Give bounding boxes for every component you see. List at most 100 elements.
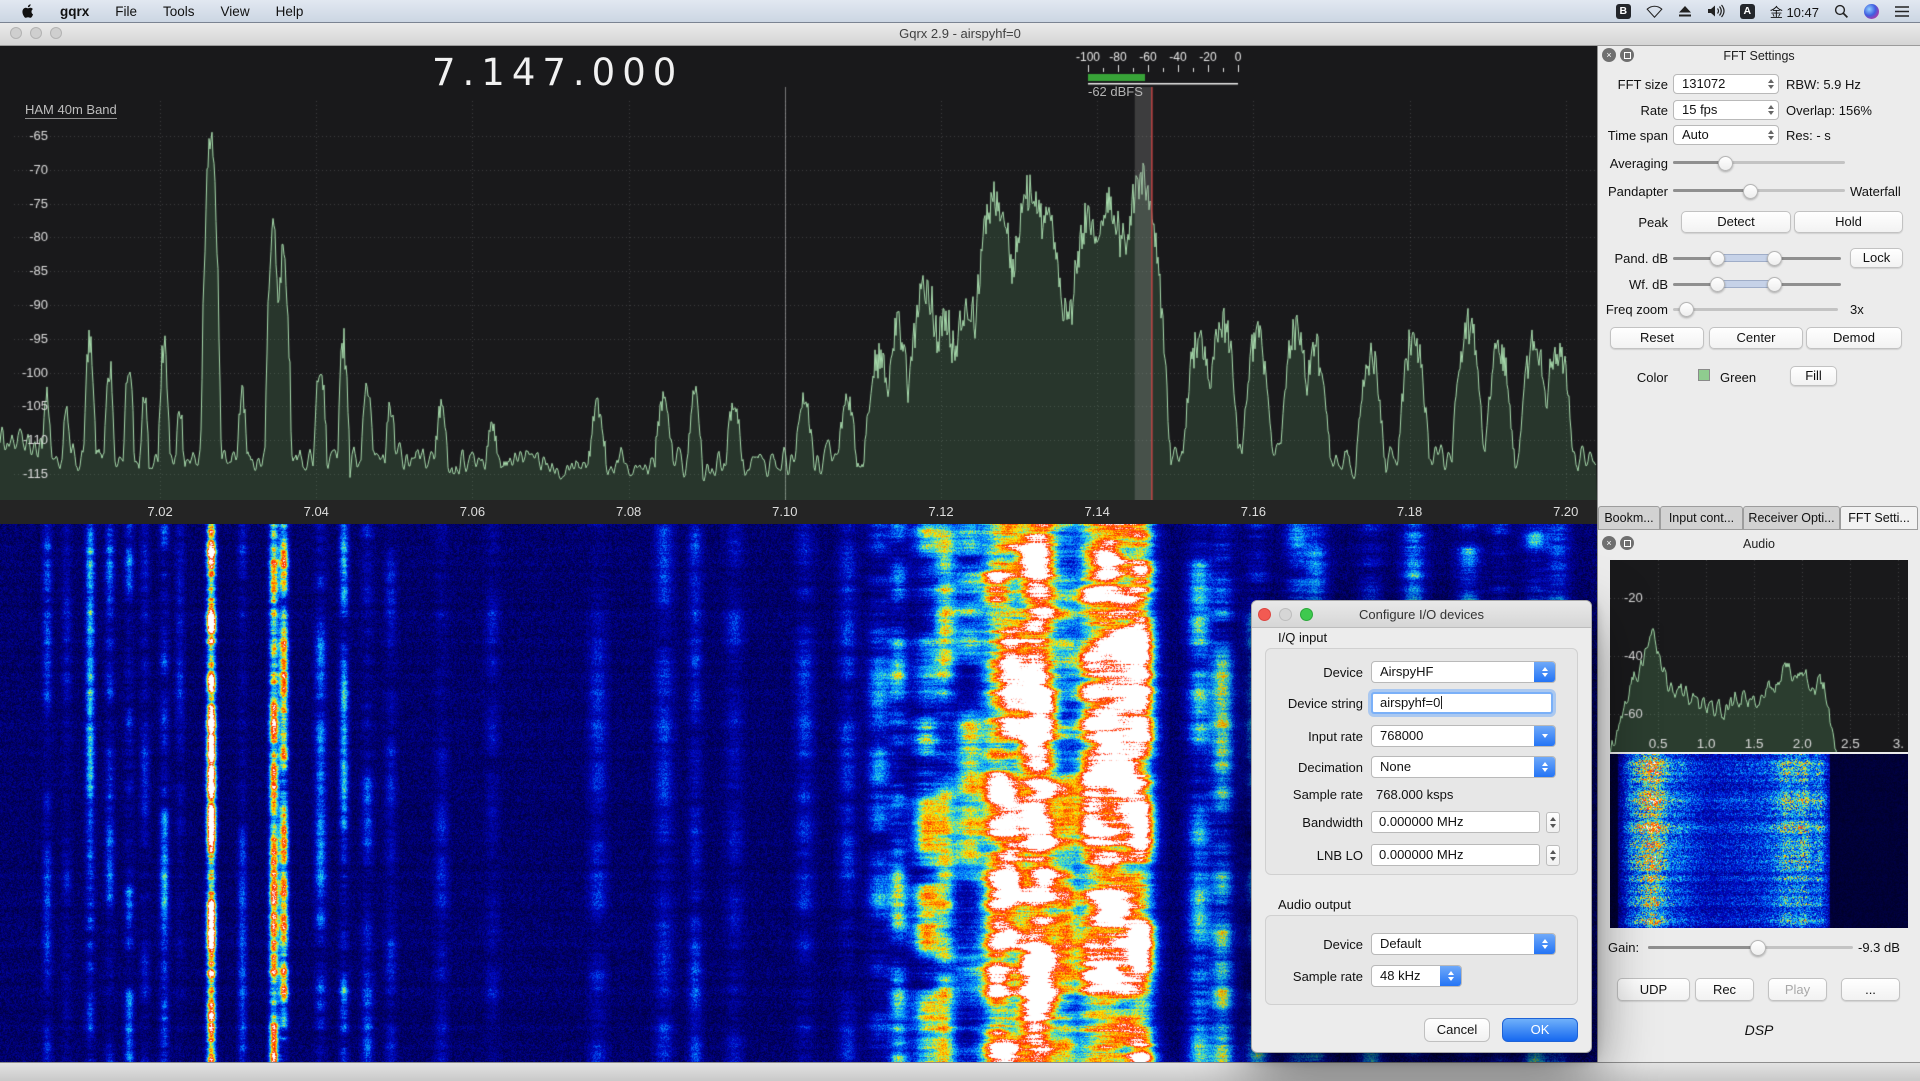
rec-button[interactable]: Rec <box>1695 978 1754 1001</box>
sample-rate-value: 768.000 ksps <box>1376 787 1453 802</box>
frequency-display[interactable]: 7.147.000 <box>432 51 683 94</box>
device-combo[interactable]: AirspyHF <box>1371 661 1556 683</box>
tab-input-controls[interactable]: Input cont... <box>1660 506 1743 530</box>
status-bar <box>0 1062 1920 1081</box>
input-source-icon[interactable]: A <box>1740 4 1755 19</box>
notification-center-icon[interactable] <box>1894 5 1910 18</box>
ok-button[interactable]: OK <box>1502 1018 1578 1042</box>
audio-waterfall[interactable] <box>1610 754 1908 928</box>
frequency-axis[interactable]: 7.027.047.067.087.107.127.147.167.187.20 <box>0 500 1597 524</box>
freq-tick-label: 7.02 <box>138 504 182 519</box>
center-button[interactable]: Center <box>1709 327 1803 349</box>
output-rate-label: Sample rate <box>1266 969 1363 984</box>
fill-button[interactable]: Fill <box>1790 366 1837 386</box>
freq-tick-label: 7.04 <box>294 504 338 519</box>
chevron-updown-icon <box>1534 757 1555 777</box>
tab-fft-settings[interactable]: FFT Setti... <box>1840 506 1918 530</box>
udp-button[interactable]: UDP <box>1617 978 1690 1001</box>
parallels-icon[interactable]: B <box>1616 4 1631 19</box>
reset-button[interactable]: Reset <box>1610 327 1704 349</box>
window-title-bar[interactable]: Gqrx 2.9 - airspyhf=0 <box>0 22 1920 46</box>
bandwidth-stepper[interactable] <box>1546 812 1560 833</box>
wf-db-label: Wf. dB <box>1570 277 1668 292</box>
window-zoom-button[interactable] <box>50 27 62 39</box>
menu-view[interactable]: View <box>221 4 250 19</box>
device-value: AirspyHF <box>1380 664 1433 679</box>
window-title: Gqrx 2.9 - airspyhf=0 <box>0 26 1920 41</box>
demod-button[interactable]: Demod <box>1806 327 1902 349</box>
device-string-input[interactable]: airspyhf=0 <box>1371 692 1553 714</box>
spotlight-search-icon[interactable] <box>1834 4 1849 19</box>
fft-size-combo[interactable]: 131072 <box>1673 74 1779 94</box>
menu-help[interactable]: Help <box>276 4 304 19</box>
dsp-label: DSP <box>1598 1022 1920 1038</box>
averaging-label: Averaging <box>1570 156 1668 171</box>
tab-receiver-options[interactable]: Receiver Opti... <box>1743 506 1840 530</box>
apple-icon[interactable] <box>20 3 34 19</box>
decimation-combo[interactable]: None <box>1371 756 1556 778</box>
tab-bookmarks[interactable]: Bookm... <box>1598 506 1660 530</box>
timespan-combo[interactable]: Auto <box>1673 125 1779 145</box>
wifi-icon[interactable] <box>1646 5 1663 18</box>
chevron-updown-icon <box>1534 934 1555 954</box>
chevron-updown-icon <box>1534 662 1555 682</box>
menu-app-name[interactable]: gqrx <box>60 4 89 19</box>
pand-db-max-handle[interactable] <box>1767 251 1782 266</box>
volume-icon[interactable] <box>1707 4 1725 18</box>
device-label: Device <box>1266 665 1363 680</box>
freq-tick-label: 7.20 <box>1544 504 1588 519</box>
audio-spectrum[interactable] <box>1610 560 1908 752</box>
freq-tick-label: 7.16 <box>1231 504 1275 519</box>
color-value[interactable]: Green <box>1720 370 1756 385</box>
freq-zoom-slider[interactable] <box>1673 308 1838 311</box>
play-button[interactable]: Play <box>1768 978 1827 1001</box>
rate-value: 15 fps <box>1682 102 1717 117</box>
gain-value: -9.3 dB <box>1858 940 1900 955</box>
output-device-combo[interactable]: Default <box>1371 933 1556 955</box>
panadapter-spectrum[interactable] <box>0 45 1597 500</box>
siri-icon[interactable] <box>1864 4 1879 19</box>
pand-db-min-handle[interactable] <box>1710 251 1725 266</box>
chevron-updown-icon <box>1768 79 1774 89</box>
bandwidth-value: 0.000000 MHz <box>1379 814 1464 829</box>
freq-tick-label: 7.14 <box>1075 504 1119 519</box>
pandapter-label: Pandapter <box>1570 184 1668 199</box>
window-minimize-button[interactable] <box>30 27 42 39</box>
menu-file[interactable]: File <box>115 4 137 19</box>
peak-hold-button[interactable]: Hold <box>1794 211 1903 233</box>
pandapter-slider-handle[interactable] <box>1743 184 1758 199</box>
timespan-label: Time span <box>1570 128 1668 143</box>
cancel-button[interactable]: Cancel <box>1424 1018 1490 1042</box>
eject-icon[interactable] <box>1678 5 1692 18</box>
chevron-down-icon <box>1534 726 1555 746</box>
bandwidth-label: Bandwidth <box>1266 815 1363 830</box>
dialog-title: Configure I/O devices <box>1252 607 1591 622</box>
fft-panel-title: FFT Settings <box>1598 49 1920 63</box>
gain-slider-handle[interactable] <box>1750 940 1766 956</box>
overlap-value: Overlap: 156% <box>1786 103 1872 118</box>
bandwidth-input[interactable]: 0.000000 MHz <box>1371 811 1540 833</box>
dialog-title-bar[interactable]: Configure I/O devices <box>1252 601 1591 628</box>
text-caret <box>1441 696 1442 709</box>
audio-output-section-label: Audio output <box>1278 897 1351 912</box>
chevron-updown-icon <box>1440 966 1461 986</box>
rate-combo[interactable]: 15 fps <box>1673 100 1779 120</box>
input-rate-combo[interactable]: 768000 <box>1371 725 1556 747</box>
output-rate-combo[interactable]: 48 kHz <box>1371 965 1462 987</box>
window-close-button[interactable] <box>10 27 22 39</box>
peak-detect-button[interactable]: Detect <box>1681 211 1791 233</box>
lock-button[interactable]: Lock <box>1850 248 1903 268</box>
wf-db-max-handle[interactable] <box>1767 277 1782 292</box>
lnb-lo-input[interactable]: 0.000000 MHz <box>1371 844 1540 866</box>
menu-clock[interactable]: 金 10:47 <box>1770 2 1819 21</box>
audio-options-button[interactable]: ... <box>1841 978 1900 1001</box>
dbfs-meter-value: -62 dBFS <box>1088 84 1143 99</box>
freq-tick-label: 7.18 <box>1388 504 1432 519</box>
freq-zoom-handle[interactable] <box>1679 302 1694 317</box>
band-label: HAM 40m Band <box>25 102 117 119</box>
lnb-lo-stepper[interactable] <box>1546 845 1560 866</box>
wf-db-min-handle[interactable] <box>1710 277 1725 292</box>
averaging-slider-handle[interactable] <box>1718 156 1733 171</box>
menu-tools[interactable]: Tools <box>163 4 195 19</box>
device-string-value: airspyhf=0 <box>1380 695 1440 710</box>
